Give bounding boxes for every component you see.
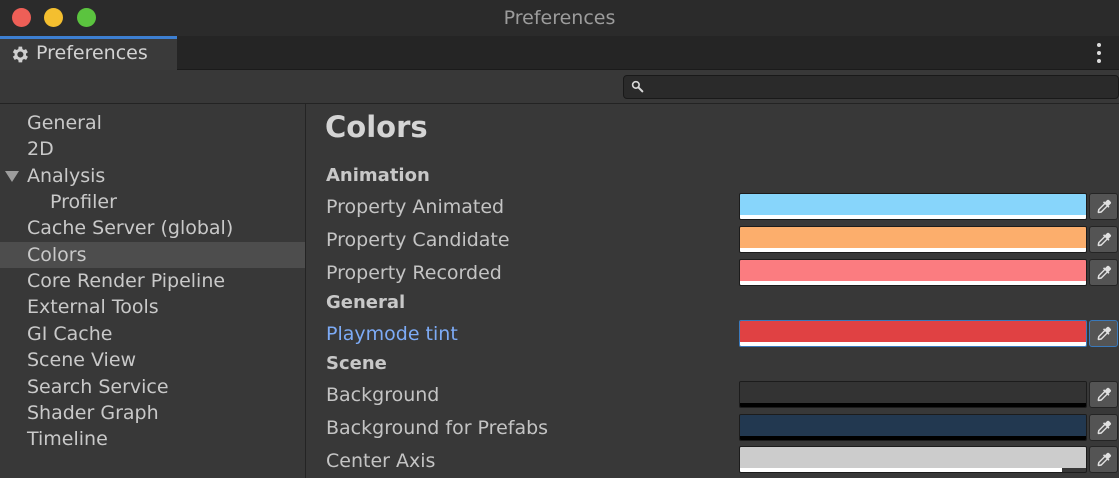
- property-label: Property Candidate: [326, 229, 510, 251]
- colors-settings-panel: Colors Animation Property Animated Prope…: [307, 104, 1119, 478]
- sidebar-item-profiler[interactable]: Profiler: [0, 189, 305, 215]
- sidebar-item-general[interactable]: General: [0, 110, 305, 136]
- swatch-alpha-bar: [740, 215, 1086, 219]
- property-label: Background: [326, 384, 440, 406]
- eyedropper-button[interactable]: [1089, 381, 1118, 408]
- swatch-alpha-bar: [740, 468, 1062, 472]
- eyedropper-button[interactable]: [1089, 193, 1118, 220]
- swatch-alpha-bar: [740, 436, 1086, 440]
- property-label: Center Axis: [326, 450, 436, 472]
- title-bar: Preferences: [0, 0, 1119, 36]
- sidebar-item-shader-graph[interactable]: Shader Graph: [0, 400, 305, 426]
- swatch-color: [740, 194, 1086, 215]
- section-heading-animation: Animation: [326, 165, 430, 186]
- color-swatch-center-axis[interactable]: [739, 446, 1087, 473]
- property-label: Property Recorded: [326, 262, 502, 284]
- sidebar-item-core-render-pipeline[interactable]: Core Render Pipeline: [0, 268, 305, 294]
- eyedropper-button[interactable]: [1089, 226, 1118, 253]
- section-heading-general: General: [326, 292, 406, 313]
- sidebar-item-label: Shader Graph: [27, 402, 159, 424]
- swatch-color: [740, 382, 1086, 403]
- sidebar-item-label: External Tools: [27, 296, 159, 318]
- tab-preferences[interactable]: Preferences: [0, 36, 177, 70]
- gear-icon: [12, 46, 28, 63]
- swatch-alpha-bar: [740, 281, 1086, 285]
- eyedropper-icon: [1097, 452, 1111, 467]
- sidebar-item-scene-view[interactable]: Scene View: [0, 347, 305, 373]
- search-icon: [631, 80, 644, 93]
- color-swatch-property-candidate[interactable]: [739, 226, 1087, 253]
- swatch-alpha-bar: [740, 248, 1086, 252]
- page-title: Colors: [325, 110, 428, 144]
- sidebar-item-label: Profiler: [50, 191, 117, 213]
- sidebar-item-label: Analysis: [27, 165, 106, 187]
- swatch-alpha-bar: [740, 403, 1086, 407]
- swatch-color: [740, 447, 1086, 468]
- more-options-icon[interactable]: [1092, 42, 1106, 64]
- property-label: Playmode tint: [326, 323, 458, 345]
- sidebar-item-colors[interactable]: Colors: [0, 242, 305, 268]
- search-input[interactable]: [650, 78, 1110, 96]
- sidebar-item-external-tools[interactable]: External Tools: [0, 294, 305, 320]
- swatch-color: [740, 227, 1086, 248]
- sidebar-item-gi-cache[interactable]: GI Cache: [0, 321, 305, 347]
- eyedropper-button[interactable]: [1089, 414, 1118, 441]
- sidebar-item-label: Cache Server (global): [27, 217, 234, 239]
- eyedropper-button[interactable]: [1089, 259, 1118, 286]
- eyedropper-icon: [1097, 232, 1111, 247]
- sidebar-item-label: Timeline: [27, 428, 108, 450]
- sidebar-item-label: Scene View: [27, 349, 137, 371]
- swatch-alpha-bar: [740, 342, 1086, 346]
- sidebar-item-label: Search Service: [27, 376, 169, 398]
- swatch-color: [740, 415, 1086, 436]
- tab-label: Preferences: [36, 42, 148, 64]
- swatch-color: [740, 321, 1086, 342]
- eyedropper-icon: [1097, 387, 1111, 402]
- eyedropper-icon: [1097, 199, 1111, 214]
- property-label: Background for Prefabs: [326, 417, 549, 439]
- color-swatch-background-for-prefabs[interactable]: [739, 414, 1087, 441]
- sidebar-item-label: Core Render Pipeline: [27, 270, 226, 292]
- search-field[interactable]: [623, 75, 1119, 99]
- color-swatch-background[interactable]: [739, 381, 1087, 408]
- sidebar-item-cache-server[interactable]: Cache Server (global): [0, 215, 305, 241]
- eyedropper-button[interactable]: [1089, 446, 1118, 473]
- sidebar-item-search-service[interactable]: Search Service: [0, 374, 305, 400]
- eyedropper-icon: [1097, 326, 1111, 341]
- color-swatch-playmode-tint[interactable]: [739, 320, 1087, 347]
- eyedropper-icon: [1097, 265, 1111, 280]
- preferences-sidebar: General 2D Analysis Profiler Cache Serve…: [0, 104, 306, 478]
- window-title: Preferences: [503, 7, 616, 29]
- section-heading-scene: Scene: [326, 353, 387, 374]
- eyedropper-button[interactable]: [1089, 320, 1118, 347]
- sidebar-item-analysis[interactable]: Analysis: [0, 163, 305, 189]
- sidebar-item-2d[interactable]: 2D: [0, 136, 305, 162]
- sidebar-item-label: General: [27, 112, 102, 134]
- property-label: Property Animated: [326, 196, 505, 218]
- expand-triangle-icon[interactable]: [5, 171, 19, 182]
- tab-bar: Preferences: [0, 36, 1119, 70]
- sidebar-item-label: Colors: [27, 244, 87, 266]
- sidebar-item-timeline[interactable]: Timeline: [0, 426, 305, 452]
- toolbar: [0, 70, 1119, 104]
- swatch-color: [740, 260, 1086, 281]
- sidebar-item-label: GI Cache: [27, 323, 113, 345]
- eyedropper-icon: [1097, 420, 1111, 435]
- color-swatch-property-animated[interactable]: [739, 193, 1087, 220]
- color-swatch-property-recorded[interactable]: [739, 259, 1087, 286]
- sidebar-item-label: 2D: [27, 138, 54, 160]
